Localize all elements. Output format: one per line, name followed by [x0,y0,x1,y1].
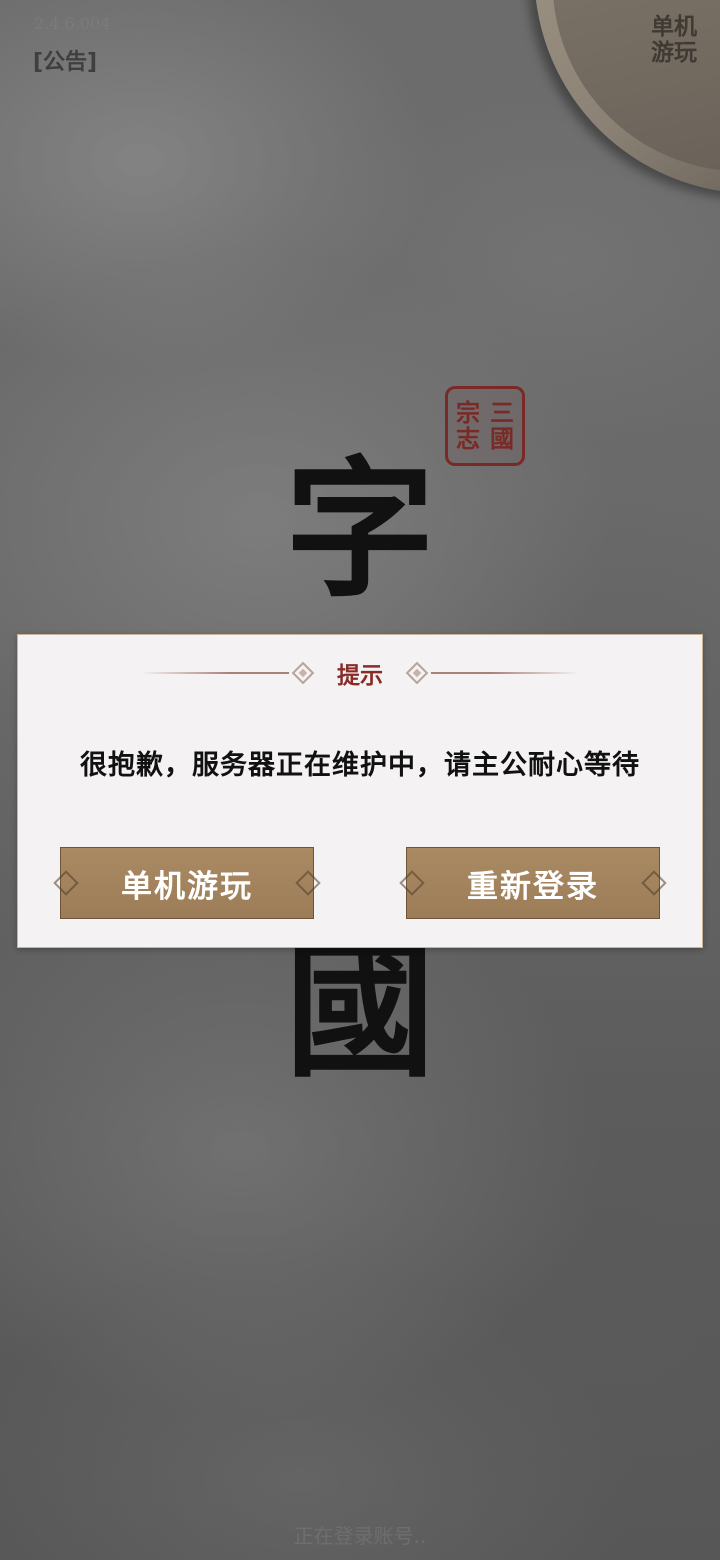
header-rule-left [141,672,289,674]
offline-play-button[interactable]: 单机游玩 [53,847,321,919]
calligraphy-title-char: 國 [284,922,435,1098]
offline-play-corner-button[interactable]: 单机游玩 [648,14,700,66]
seal-char: 國 [490,425,514,453]
version-label: 2.4.6.004 [34,14,111,33]
red-seal-logo: 宗 三 志 國 [445,386,525,466]
seal-char: 宗 [456,399,480,427]
header-rule-right [431,672,579,674]
maintenance-dialog: 提示 很抱歉，服务器正在维护中，请主公耐心等待 单机游玩 重新登录 [17,634,703,948]
dialog-message: 很抱歉，服务器正在维护中，请主公耐心等待 [80,750,640,781]
offline-play-label: 单机游玩 [121,868,253,905]
dialog-title: 提示 [337,663,383,689]
diamond-ornament-icon [399,870,425,896]
diamond-ornament-icon [641,870,667,896]
diamond-ornament-icon [295,870,321,896]
dialog-header: 提示 [18,655,702,691]
relogin-button[interactable]: 重新登录 [399,847,667,919]
calligraphy-title-char: 字 [284,442,435,618]
diamond-ornament-icon [291,661,315,685]
seal-char: 三 [490,399,514,427]
diamond-ornament-icon [405,661,429,685]
loading-status: 正在登录账号.. [293,1524,427,1548]
diamond-ornament-icon [53,870,79,896]
seal-char: 志 [456,425,480,453]
notice-link[interactable]: [公告] [33,44,97,76]
relogin-label: 重新登录 [467,868,599,905]
